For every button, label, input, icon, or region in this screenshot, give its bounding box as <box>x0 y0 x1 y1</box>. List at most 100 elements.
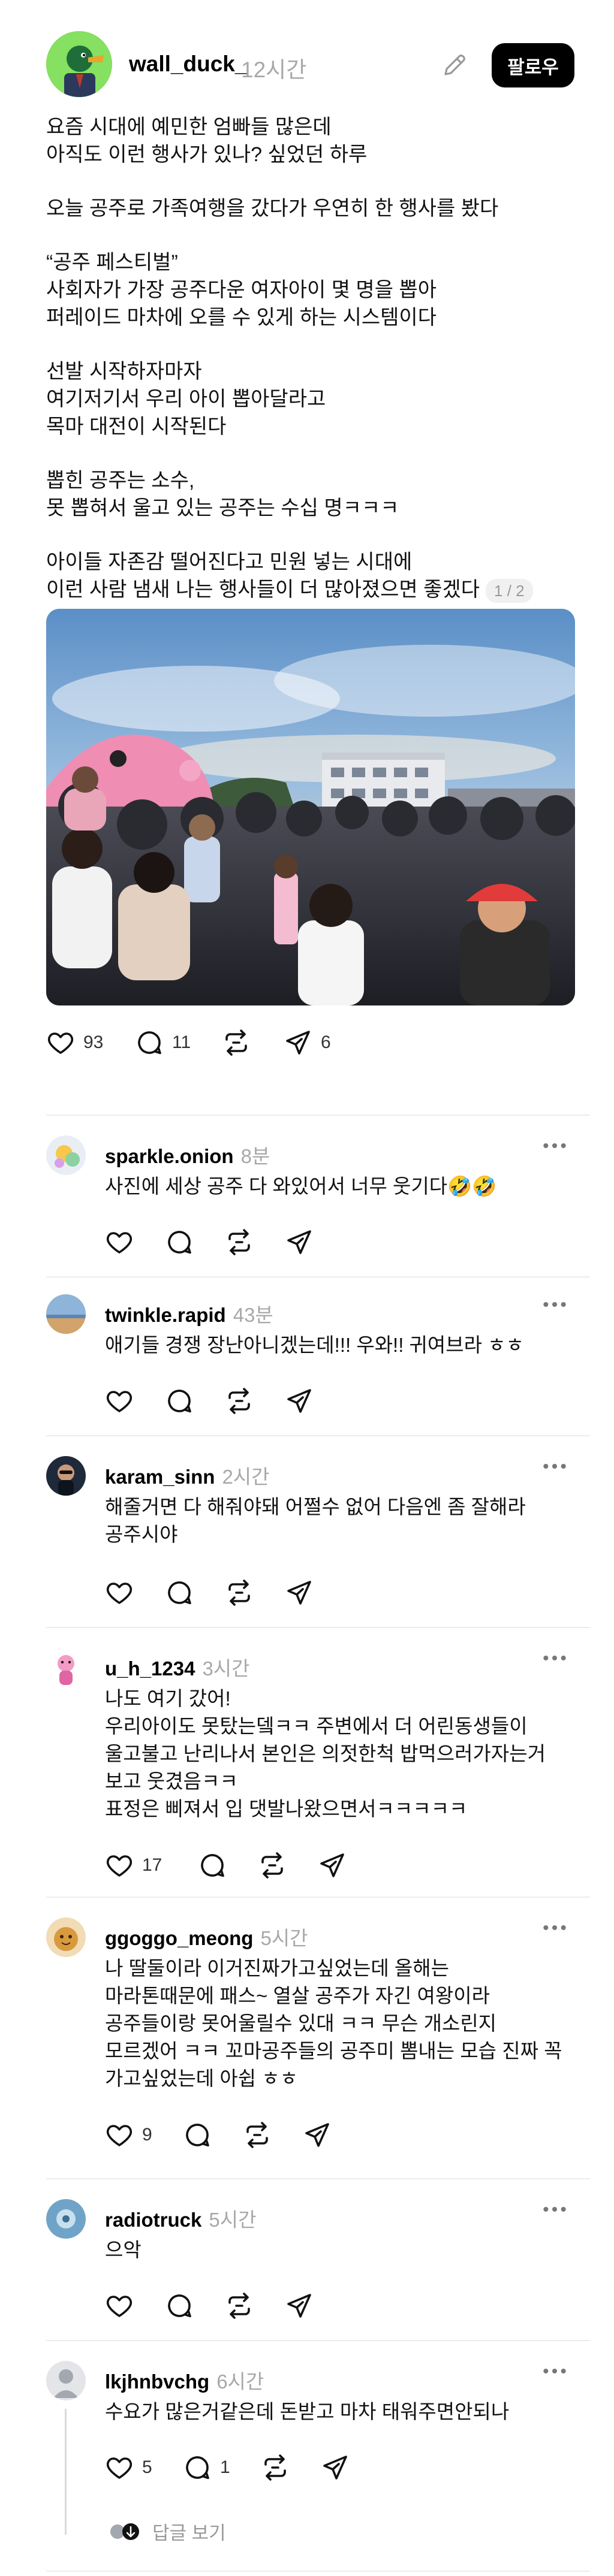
comment-author[interactable]: ggoggo_meong 5시간 <box>105 1922 308 1951</box>
share-icon <box>285 2291 314 2320</box>
comment-username[interactable]: u_h_1234 <box>105 1657 195 1680</box>
like-button[interactable] <box>105 1576 134 1609</box>
thread-page: wall_duck_ 12시간 팔로우 요즘 시대에 예민한 엄빠들 많은데 아… <box>0 0 614 2576</box>
comment-timestamp: 5시간 <box>260 1927 308 1949</box>
divider <box>46 1896 590 1898</box>
reply-button[interactable] <box>165 1576 194 1609</box>
commenter-avatar[interactable] <box>46 1136 86 1175</box>
share-button[interactable] <box>285 1384 314 1418</box>
repost-button[interactable] <box>225 1225 254 1259</box>
more-icon[interactable] <box>543 1141 573 1165</box>
repost-button[interactable] <box>225 1576 254 1609</box>
comment-username[interactable]: karam_sinn <box>105 1466 215 1488</box>
like-button[interactable]: 9 <box>105 2118 152 2152</box>
share-icon <box>285 1387 314 1415</box>
heart-icon <box>105 1387 134 1415</box>
reply-button[interactable]: 1 <box>183 2451 230 2484</box>
post-paragraph: 선발 시작하자마자 여기저기서 우리 아이 뽑아달라고 목마 대전이 시작된다 <box>46 360 326 438</box>
share-icon <box>285 1578 314 1607</box>
divider <box>46 2340 590 2341</box>
share-button[interactable] <box>303 2118 332 2152</box>
commenter-avatar[interactable] <box>46 2199 86 2239</box>
comment-timestamp: 5시간 <box>209 2209 257 2231</box>
comment-icon <box>165 1228 194 1257</box>
share-button[interactable] <box>285 1225 314 1259</box>
author-avatar[interactable] <box>46 31 112 97</box>
comment-username[interactable]: radiotruck <box>105 2209 201 2231</box>
commenter-avatar[interactable] <box>46 1456 86 1496</box>
commenter-avatar[interactable] <box>46 1917 86 1957</box>
share-icon <box>318 1851 347 1880</box>
share-count: 6 <box>321 1032 331 1052</box>
reply-button[interactable] <box>165 2289 194 2323</box>
follow-button[interactable]: 팔로우 <box>492 43 574 87</box>
more-icon[interactable] <box>543 1300 573 1324</box>
repost-button[interactable] <box>222 1026 251 1059</box>
more-icon[interactable] <box>543 1654 573 1678</box>
reply-button[interactable] <box>165 1225 194 1259</box>
comment-action-bar <box>105 1384 465 1415</box>
comment-author[interactable]: radiotruck 5시간 <box>105 2204 256 2233</box>
share-icon <box>303 2121 332 2149</box>
heart-icon <box>105 1578 134 1607</box>
comment-username[interactable]: lkjhnbvchg <box>105 2370 209 2393</box>
heart-icon <box>105 2453 134 2482</box>
reply-button[interactable] <box>198 1849 227 1882</box>
more-icon[interactable] <box>543 2367 573 2391</box>
heart-icon <box>105 2121 134 2149</box>
comment-username[interactable]: ggoggo_meong <box>105 1927 253 1949</box>
comment-author[interactable]: u_h_1234 3시간 <box>105 1653 250 1681</box>
repost-button[interactable] <box>225 2289 254 2323</box>
like-count: 5 <box>142 2457 152 2477</box>
heart-icon <box>105 1851 134 1880</box>
comment-icon <box>198 1851 227 1880</box>
comment-username[interactable]: twinkle.rapid <box>105 1304 226 1326</box>
like-button[interactable] <box>105 1225 134 1259</box>
comment-author[interactable]: lkjhnbvchg 6시간 <box>105 2366 264 2394</box>
like-count: 9 <box>142 2125 152 2145</box>
comment-username[interactable]: sparkle.onion <box>105 1145 234 1167</box>
thread-line <box>65 2409 67 2535</box>
more-icon[interactable] <box>543 1462 573 1486</box>
more-icon[interactable] <box>543 2205 573 2229</box>
comment-action-bar <box>105 2289 465 2320</box>
like-button[interactable]: 93 <box>46 1026 103 1059</box>
comment-text: 수요가 많은거같은데 돈받고 마차 태워주면안되나 <box>105 2400 510 2423</box>
share-button[interactable] <box>321 2451 350 2484</box>
author-username[interactable]: wall_duck_ <box>129 52 247 77</box>
comment-timestamp: 6시간 <box>216 2370 264 2393</box>
share-button[interactable]: 6 <box>284 1026 331 1059</box>
view-replies-label[interactable]: 답글 보기 <box>152 2518 226 2545</box>
like-button[interactable]: 17 <box>105 1849 162 1882</box>
repost-icon <box>225 2291 254 2320</box>
edit-icon[interactable] <box>441 50 469 79</box>
share-button[interactable] <box>318 1849 347 1882</box>
comment-author[interactable]: karam_sinn 2시간 <box>105 1461 270 1490</box>
repost-icon <box>258 1851 287 1880</box>
comment-button[interactable]: 11 <box>135 1026 191 1059</box>
comment-timestamp: 43분 <box>233 1304 273 1326</box>
repost-button[interactable] <box>225 1384 254 1418</box>
commenter-avatar[interactable] <box>46 1294 86 1334</box>
share-button[interactable] <box>285 1576 314 1609</box>
reply-avatars-icon <box>110 2523 139 2540</box>
repost-button[interactable] <box>243 2118 272 2152</box>
more-icon[interactable] <box>543 1923 573 1947</box>
reply-button[interactable] <box>165 1384 194 1418</box>
repost-button[interactable] <box>261 2451 290 2484</box>
repost-icon <box>243 2121 272 2149</box>
commenter-avatar[interactable] <box>46 2361 86 2400</box>
comment-author[interactable]: twinkle.rapid 43분 <box>105 1299 273 1328</box>
comment-author[interactable]: sparkle.onion 8분 <box>105 1140 270 1169</box>
like-button[interactable] <box>105 1384 134 1418</box>
reply-button[interactable] <box>183 2118 212 2152</box>
heart-icon <box>105 2291 134 2320</box>
like-button[interactable]: 5 <box>105 2451 152 2484</box>
repost-button[interactable] <box>258 1849 287 1882</box>
share-button[interactable] <box>285 2289 314 2323</box>
comment-icon <box>165 1387 194 1415</box>
commenter-avatar[interactable] <box>46 1648 86 1687</box>
like-button[interactable] <box>105 2289 134 2323</box>
post-photo[interactable] <box>46 609 575 1005</box>
view-replies-link[interactable]: 답글 보기 <box>108 2518 226 2545</box>
